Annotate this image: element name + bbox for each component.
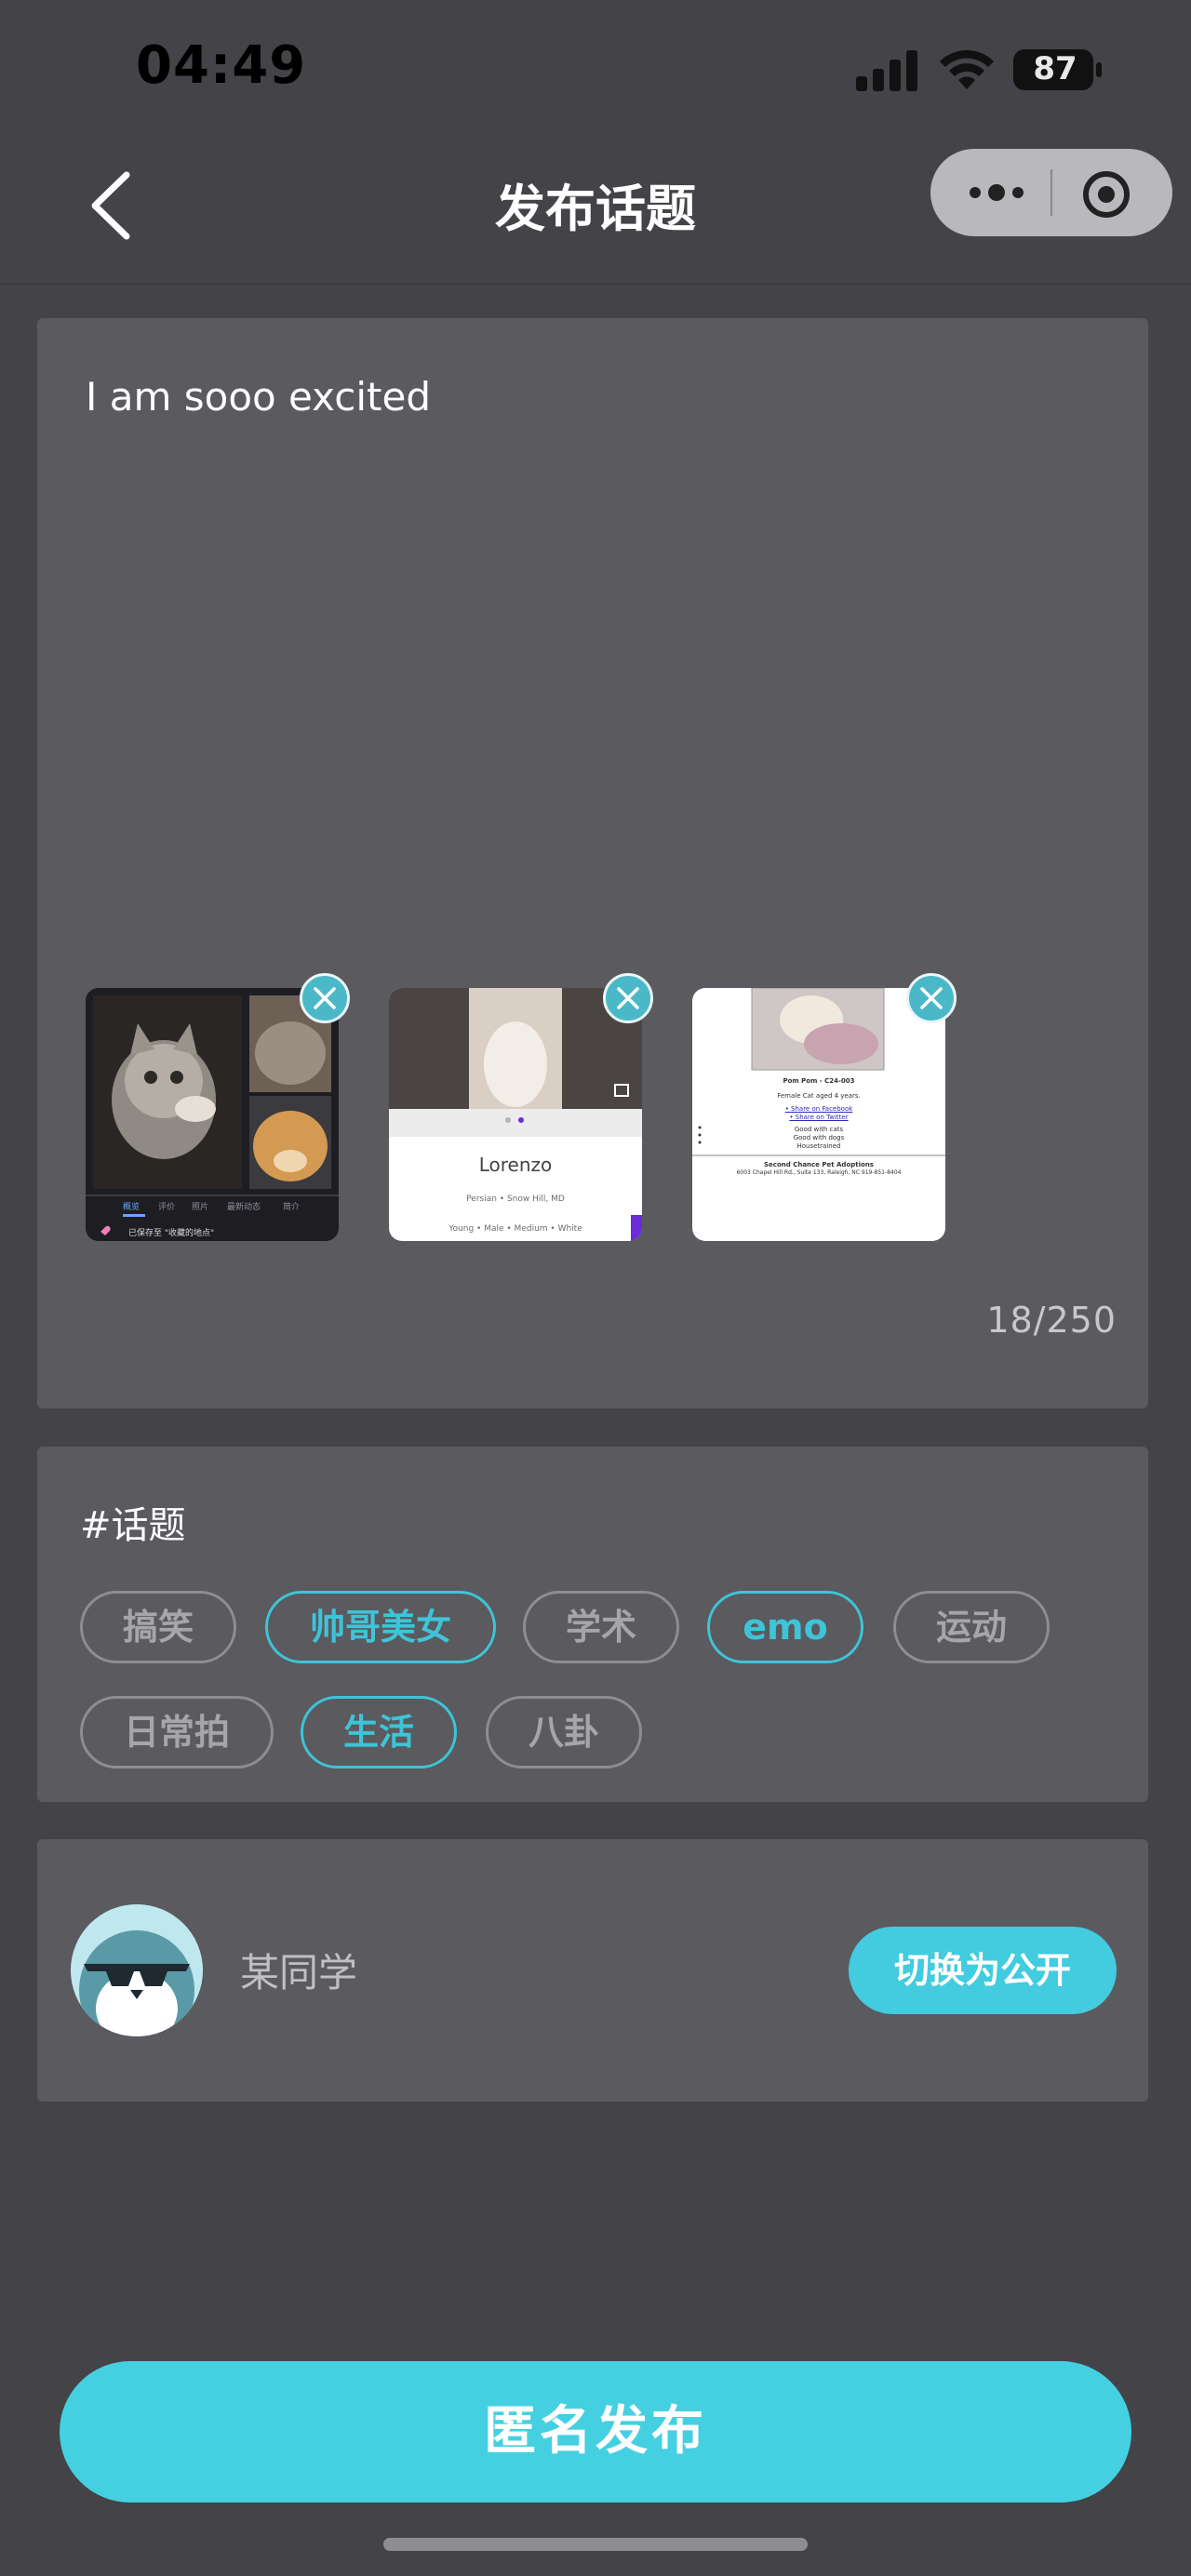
status-time: 04:49 (136, 35, 307, 96)
signal-icon (856, 50, 917, 91)
thumb3-line-3: Housetrained (796, 1142, 841, 1150)
thumb2-meta1: Persian • Snow Hill, MD (466, 1195, 565, 1204)
char-counter: 18/250 (986, 1300, 1117, 1341)
thumb3-title: Pom Pom - C24-003 (783, 1077, 855, 1085)
thumb3-org: Second Chance Pet Adoptions (764, 1161, 874, 1168)
anonymous-name: 某同学 (240, 1950, 358, 1995)
close-icon (920, 987, 943, 1009)
identity-card: 某同学 切换为公开 (37, 1839, 1148, 2102)
capsule-divider (1050, 169, 1052, 216)
remove-image-2-button[interactable] (603, 973, 653, 1023)
thumb3-link-facebook: • Share on Facebook (784, 1105, 853, 1113)
remove-image-1-button[interactable] (300, 973, 350, 1023)
wifi-icon (940, 49, 994, 89)
nav-bar: 发布话题 (0, 140, 1191, 285)
topic-tag-1[interactable]: 帅哥美女 (265, 1591, 496, 1663)
battery-icon: 87 (1012, 48, 1105, 91)
cat-dog-photo: 概览 评价 照片 最新动态 简介 已保存至 "收藏的地点" (86, 988, 339, 1241)
compose-card: I am sooo excited 概览 评价 照片 最新动态 简介 已保存至 … (37, 318, 1148, 1408)
thumb1-tab-3: 最新动态 (227, 1201, 261, 1212)
thumb2-meta2: Young • Male • Medium • White (448, 1224, 582, 1234)
thumb3-address: 6003 Chapel Hill Rd., Suite 133, Raleigh… (736, 1169, 902, 1176)
image-thumbnail-2[interactable]: Lorenzo Persian • Snow Hill, MD Young • … (389, 988, 642, 1241)
topic-tag-7[interactable]: 八卦 (486, 1696, 642, 1768)
thumb3-link-twitter: • Share on Twitter (789, 1114, 849, 1121)
thumb3-line-2: Good with dogs (793, 1134, 845, 1141)
remove-image-3-button[interactable] (906, 973, 957, 1023)
image-thumbnail-3[interactable]: Pom Pom - C24-003 Female Cat aged 4 year… (692, 988, 945, 1241)
close-icon (314, 987, 336, 1009)
topic-card: #话题 搞笑 帅哥美女 学术 emo 运动 日常拍 生活 八卦 (37, 1447, 1148, 1802)
miniprogram-capsule (930, 149, 1172, 236)
avatar (71, 1904, 203, 2036)
topic-heading: #话题 (80, 1504, 186, 1547)
topic-tag-4[interactable]: 运动 (893, 1591, 1050, 1663)
thumb2-caption: Lorenzo (478, 1154, 553, 1176)
publish-anonymous-button[interactable]: 匿名发布 (60, 2361, 1131, 2503)
battery-level: 87 (1033, 50, 1077, 87)
image-thumbnail-1[interactable]: 概览 评价 照片 最新动态 简介 已保存至 "收藏的地点" (86, 988, 339, 1241)
topic-tag-2[interactable]: 学术 (523, 1591, 679, 1663)
switch-public-button[interactable]: 切换为公开 (849, 1927, 1117, 2014)
topic-tag-6[interactable]: 生活 (301, 1696, 457, 1768)
thumb1-tab-4: 简介 (283, 1201, 300, 1212)
penguin-sunglasses-avatar (71, 1904, 203, 2036)
post-textarea[interactable]: I am sooo excited (86, 374, 431, 420)
thumb1-tab-2: 照片 (192, 1201, 208, 1212)
thumb1-tab-1: 评价 (158, 1202, 175, 1212)
thumb1-saved-text: 已保存至 "收藏的地点" (128, 1227, 214, 1238)
topic-tag-3[interactable]: emo (707, 1591, 863, 1663)
thumb1-tab-0: 概览 (123, 1201, 140, 1212)
topic-tag-0[interactable]: 搞笑 (80, 1591, 236, 1663)
thumb3-line-1: Good with cats (794, 1126, 844, 1133)
home-indicator (383, 2538, 808, 2551)
topic-tag-5[interactable]: 日常拍 (80, 1696, 274, 1768)
close-icon (617, 987, 639, 1009)
thumb3-subtitle: Female Cat aged 4 years. (777, 1092, 861, 1100)
status-bar: 04:49 87 (0, 0, 1191, 140)
more-icon[interactable] (964, 169, 1029, 216)
close-miniprogram-icon[interactable] (1079, 167, 1133, 221)
